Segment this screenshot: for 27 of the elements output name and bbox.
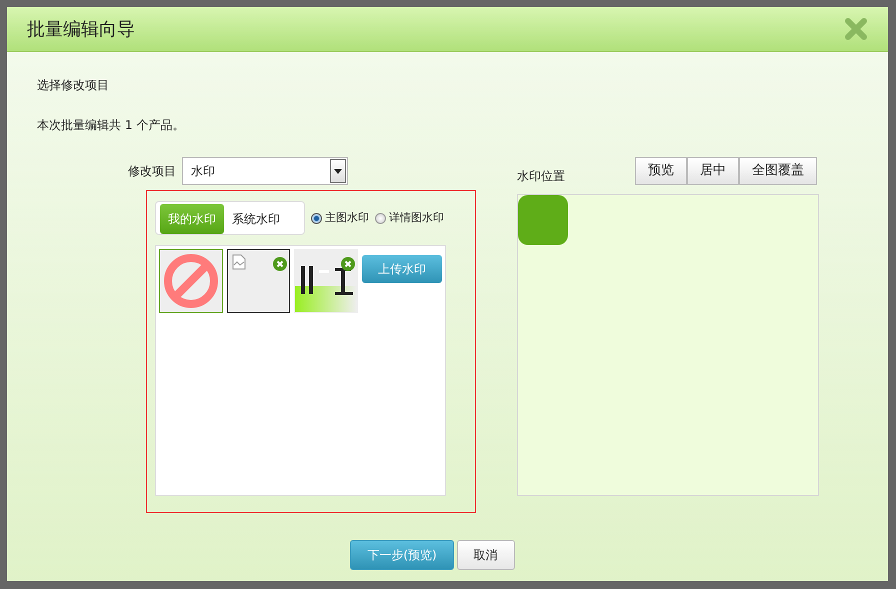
- section-heading: 选择修改项目: [37, 77, 110, 94]
- broken-image-icon: [232, 254, 246, 270]
- radio-option[interactable]: 主图水印: [311, 210, 369, 226]
- radio-label: 详情图水印: [389, 210, 444, 226]
- position-label: 水印位置: [517, 168, 565, 185]
- remove-icon[interactable]: [272, 254, 287, 268]
- radio-button[interactable]: [375, 212, 386, 224]
- position-button[interactable]: 全图覆盖: [739, 157, 817, 185]
- position-button[interactable]: 预览: [635, 157, 687, 185]
- watermark-thumbnail[interactable]: [159, 249, 223, 313]
- radio-option[interactable]: 详情图水印: [375, 210, 444, 226]
- select-field[interactable]: 水印: [182, 157, 348, 185]
- watermark-thumbnail[interactable]: [227, 249, 290, 313]
- prohibited-icon: [163, 253, 219, 309]
- tab[interactable]: 系统水印: [224, 204, 288, 234]
- close-button[interactable]: [844, 17, 868, 41]
- field-label: 修改项目: [128, 163, 176, 180]
- position-button[interactable]: 居中: [687, 157, 739, 185]
- remove-icon[interactable]: [340, 254, 355, 268]
- watermark-marker[interactable]: [518, 195, 568, 245]
- watermark-thumbnail[interactable]: [294, 249, 358, 313]
- cancel-button[interactable]: 取消: [456, 540, 515, 570]
- radio-button[interactable]: [311, 212, 322, 224]
- radio-label: 主图水印: [325, 210, 369, 226]
- summary-text: 本次批量编辑共 1 个产品。: [37, 117, 186, 134]
- caret-icon: [330, 159, 346, 183]
- dialog-title: 批量编辑向导: [27, 18, 135, 42]
